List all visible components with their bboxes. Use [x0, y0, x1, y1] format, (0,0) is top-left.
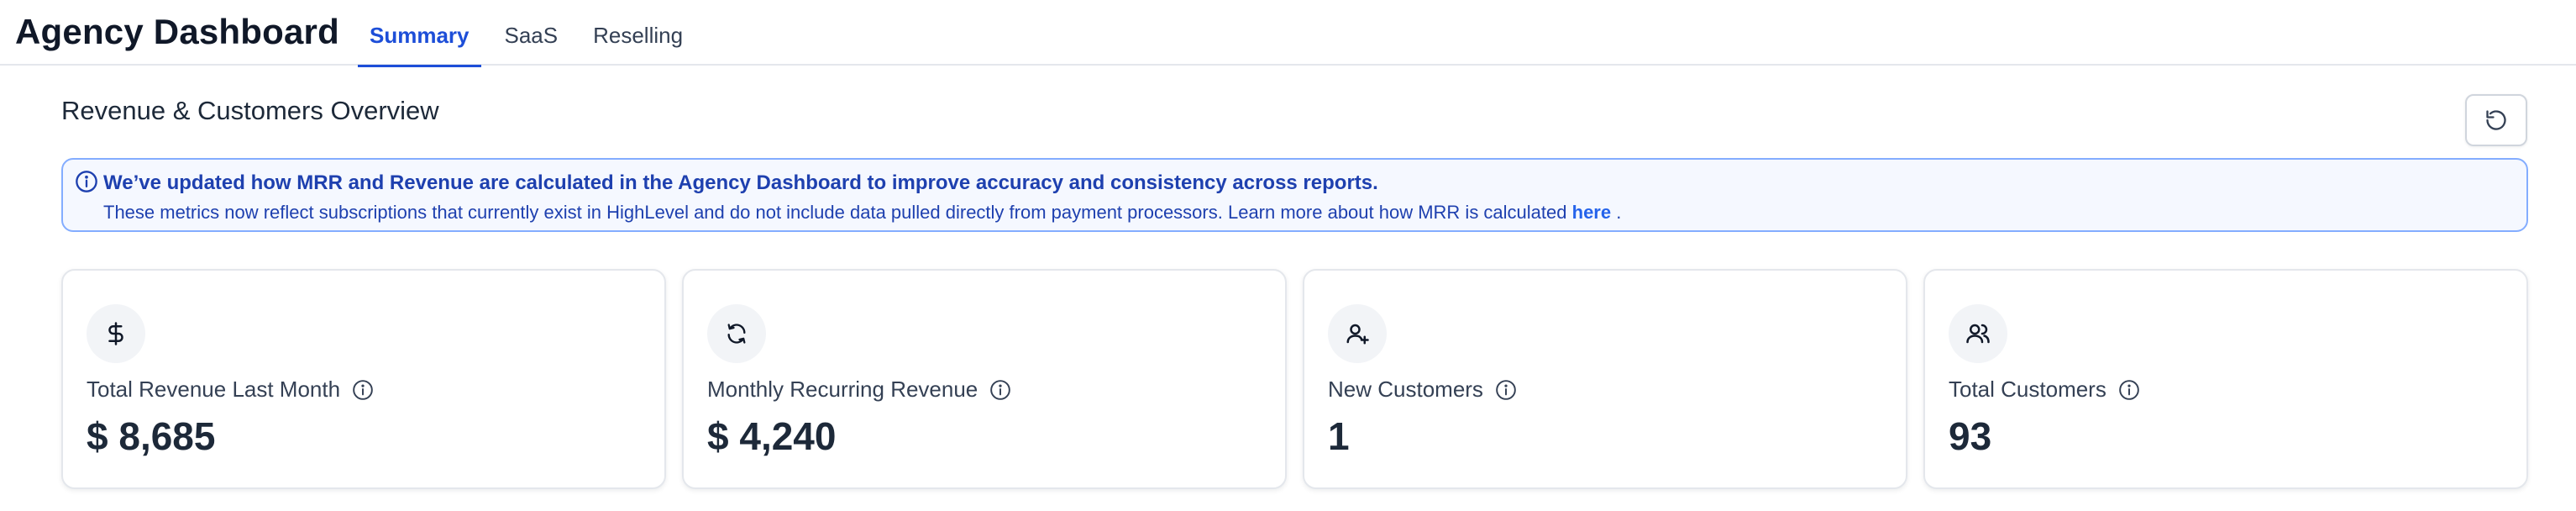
- metric-label: New Customers: [1328, 377, 1517, 403]
- metric-value: $ 4,240: [707, 414, 837, 458]
- metric-card-total-customers: Total Customers 93: [1923, 269, 2528, 489]
- card-icon-wrap: [87, 304, 145, 363]
- info-icon[interactable]: [352, 379, 374, 401]
- info-icon: [76, 171, 97, 192]
- metric-value: 1: [1328, 414, 1350, 458]
- info-icon[interactable]: [2118, 379, 2140, 401]
- users-icon: [1966, 324, 1990, 344]
- metric-card-mrr: Monthly Recurring Revenue $ 4,240: [682, 269, 1287, 489]
- alert-body: These metrics now reflect subscriptions …: [103, 202, 1621, 224]
- card-icon-wrap: [707, 304, 766, 363]
- info-icon[interactable]: [989, 379, 1011, 401]
- alert-title: We’ve updated how MRR and Revenue are ca…: [103, 171, 1378, 194]
- metric-value: 93: [1949, 414, 1992, 458]
- tab-summary[interactable]: Summary: [358, 0, 481, 67]
- card-icon-wrap: [1328, 304, 1387, 363]
- metric-label-text: Monthly Recurring Revenue: [707, 377, 978, 402]
- user-plus-icon: [1346, 324, 1369, 345]
- metric-label-text: Total Revenue Last Month: [87, 377, 341, 402]
- metric-label: Monthly Recurring Revenue: [707, 377, 1011, 403]
- top-bar: Agency Dashboard Summary SaaS Reselling: [0, 0, 2576, 67]
- section-title: Revenue & Customers Overview: [61, 96, 439, 125]
- card-icon-wrap: [1949, 304, 2007, 363]
- metric-value: $ 8,685: [87, 414, 216, 458]
- alert-suffix: .: [1611, 202, 1622, 223]
- tab-saas[interactable]: SaaS: [493, 0, 570, 66]
- recurring-icon: [727, 324, 746, 344]
- tab-reselling[interactable]: Reselling: [581, 0, 695, 66]
- metric-card-total-revenue: Total Revenue Last Month $ 8,685: [61, 269, 666, 489]
- tab-bar: Summary SaaS Reselling: [358, 0, 706, 67]
- metric-card-new-customers: New Customers 1: [1303, 269, 1907, 489]
- info-alert: We’ve updated how MRR and Revenue are ca…: [61, 158, 2528, 232]
- alert-body-text: These metrics now reflect subscriptions …: [103, 202, 1572, 223]
- metric-label-text: New Customers: [1328, 377, 1483, 402]
- refresh-icon: [2486, 110, 2506, 130]
- metric-label: Total Customers: [1949, 377, 2140, 403]
- dollar-icon: [108, 322, 123, 345]
- info-icon[interactable]: [1495, 379, 1517, 401]
- metric-label-text: Total Customers: [1949, 377, 2106, 402]
- refresh-button[interactable]: [2465, 94, 2527, 146]
- metric-label: Total Revenue Last Month: [87, 377, 374, 403]
- page-title: Agency Dashboard: [15, 12, 339, 51]
- learn-more-link[interactable]: here: [1572, 202, 1611, 223]
